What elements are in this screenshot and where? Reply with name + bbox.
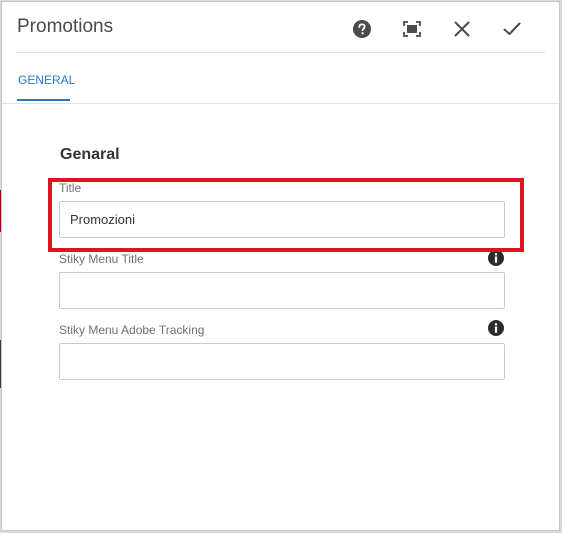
confirm-button[interactable] — [487, 15, 537, 43]
title-field-label: Title — [59, 181, 82, 195]
tab-general[interactable]: GENERAL — [18, 73, 75, 87]
tab-bar: GENERAL — [2, 54, 559, 104]
dialog-title: Promotions — [17, 16, 114, 37]
header-divider — [16, 52, 545, 53]
sticky-menu-tracking-input[interactable] — [59, 343, 505, 380]
sticky-menu-title-input[interactable] — [59, 272, 505, 309]
tabs-divider — [2, 103, 559, 104]
info-icon[interactable] — [488, 250, 504, 266]
header-actions — [337, 15, 537, 43]
title-input[interactable] — [59, 201, 505, 238]
close-button[interactable] — [437, 15, 487, 43]
close-icon — [454, 21, 470, 37]
fullscreen-button[interactable] — [387, 15, 437, 43]
help-icon — [353, 20, 371, 38]
section-title: Genaral — [60, 146, 120, 163]
promotions-dialog: Promotions GENERAL Genaral Title Promozi… — [1, 1, 560, 531]
checkmark-icon — [503, 22, 521, 35]
dialog-header: Promotions — [2, 2, 559, 54]
active-tab-indicator — [17, 99, 70, 101]
sticky-menu-title-label: Stiky Menu Title — [59, 252, 144, 266]
help-button[interactable] — [337, 15, 387, 43]
sticky-menu-tracking-label: Stiky Menu Adobe Tracking — [59, 323, 205, 337]
fullscreen-icon — [403, 21, 421, 37]
info-icon[interactable] — [488, 320, 504, 336]
